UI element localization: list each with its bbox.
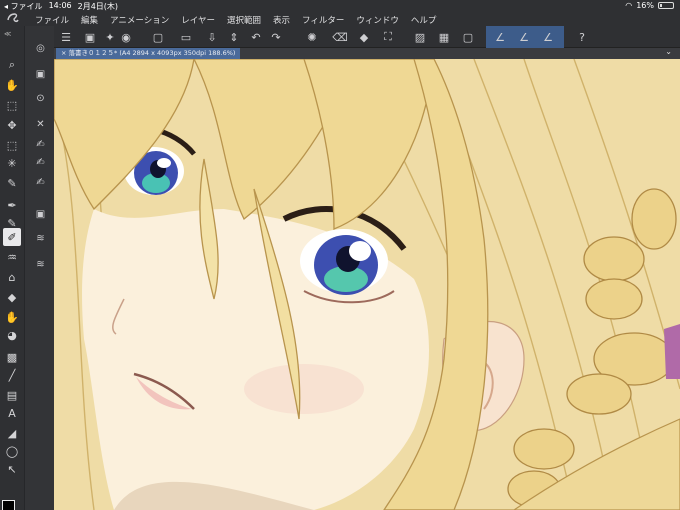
move-icon[interactable]: ✥ <box>3 116 21 134</box>
brush-size-icon[interactable]: ✍ <box>32 136 49 153</box>
decoration-icon[interactable]: ⌂ <box>3 268 21 286</box>
layers-icon[interactable]: ≋ <box>32 230 49 247</box>
document-tab[interactable]: × 落書き０１２５* (A4 2894 x 4093px 350dpi 188.… <box>56 48 241 59</box>
correct-line-icon[interactable]: ↖ <box>3 460 21 478</box>
menu-file[interactable]: ファイル <box>35 14 69 26</box>
back-to-files[interactable]: ◂ ファイル <box>4 1 43 12</box>
snap-grid-icon[interactable]: ∠ <box>540 29 556 45</box>
selection-icon[interactable]: ⬚ <box>3 136 21 154</box>
crop-icon[interactable]: ▦ <box>436 29 452 45</box>
invert-icon[interactable]: ▢ <box>460 29 476 45</box>
document-tab-bar: × 落書き０１２５* (A4 2894 x 4093px 350dpi 188.… <box>54 47 680 59</box>
snap-ruler-icon[interactable]: ∠ <box>492 29 508 45</box>
subtool-strip: ◎ ▣ ⊙ ✕ ✍ ✍ ✍ ▣ ≋ ≋ <box>24 26 54 510</box>
undo-icon[interactable]: ↶ <box>248 29 264 45</box>
transform-icon[interactable]: ⛶ <box>380 29 396 45</box>
menu-icon[interactable]: ☰ <box>58 29 74 45</box>
color-wheel-icon[interactable]: ✍ <box>32 154 49 171</box>
layer-panel-icon[interactable]: ◎ <box>32 40 49 57</box>
chevron-updown-icon[interactable]: ⇕ <box>226 29 242 45</box>
tool-settings-icon[interactable]: ✦ <box>102 29 118 45</box>
menu-animation[interactable]: アニメーション <box>110 14 169 26</box>
eraser-icon[interactable]: ◆ <box>3 288 21 306</box>
menu-selection[interactable]: 選択範囲 <box>227 14 261 26</box>
open-icon[interactable]: ▭ <box>178 29 194 45</box>
material-icon[interactable]: ✕ <box>32 116 49 133</box>
fill-icon[interactable]: ◕ <box>3 326 21 344</box>
deselect-icon[interactable]: ▨ <box>412 29 428 45</box>
gradient-icon[interactable]: ▩ <box>3 348 21 366</box>
brush-icon[interactable]: ✐ <box>3 228 21 246</box>
menu-bar: ◂ ファイル 14:06 2月4日(木) ファイル 編集 アニメーション レイヤ… <box>0 0 680 26</box>
record-icon[interactable]: ◉ <box>118 29 134 45</box>
select-layer-icon[interactable]: ⬚ <box>3 96 21 114</box>
layer-property-icon[interactable]: ≋ <box>32 256 49 273</box>
chevron-down-icon[interactable]: ⌄ <box>665 47 672 56</box>
wand-icon[interactable]: ✳ <box>3 154 21 172</box>
menu-window[interactable]: ウィンドウ <box>356 14 399 26</box>
eyedropper-icon[interactable]: ✎ <box>3 174 21 192</box>
document-tab-label: 落書き０１２５* (A4 2894 x 4093px 350dpi 188.6%… <box>68 49 236 57</box>
color-set-icon[interactable]: ✍ <box>32 174 49 191</box>
fill-layer-icon[interactable]: ◆ <box>356 29 372 45</box>
tool-palette: ≪ ⌕ ✋ ⬚ ✥ ⬚ ✳ ✎ ✒ ✎ ✐ ♒ ⌂ ◆ ✋ ◕ ▩ ╱ ▤ A … <box>0 26 24 510</box>
history-icon[interactable]: ▣ <box>32 206 49 223</box>
app-logo-icon[interactable] <box>6 12 20 24</box>
wifi-icon: ◠ <box>625 1 633 10</box>
menu-layer[interactable]: レイヤー <box>181 14 215 26</box>
clear-icon[interactable]: ⌫ <box>332 29 348 45</box>
help-icon[interactable]: ? <box>574 29 590 45</box>
close-icon[interactable]: × <box>61 49 69 57</box>
balloon-icon[interactable]: ◢ <box>3 424 21 442</box>
lasso-icon[interactable]: ◯ <box>3 442 21 460</box>
new-canvas-icon[interactable]: ▢ <box>150 29 166 45</box>
status-time: 14:06 <box>48 1 72 10</box>
files-link[interactable]: ファイル <box>11 2 43 11</box>
save-icon[interactable]: ⇩ <box>204 29 220 45</box>
drawing-canvas[interactable] <box>54 59 680 510</box>
subtool-panel-icon[interactable]: ▣ <box>32 66 49 83</box>
menu-items: ファイル 編集 アニメーション レイヤー 選択範囲 表示 フィルター ウィンドウ… <box>35 14 436 26</box>
pen-icon[interactable]: ✒ <box>3 196 21 214</box>
color-icons[interactable] <box>2 500 24 510</box>
redo-icon[interactable]: ↷ <box>268 29 284 45</box>
battery-percent: 16% <box>636 1 654 10</box>
status-left: ◂ ファイル 14:06 2月4日(木) <box>4 1 118 12</box>
frame-icon[interactable]: ▤ <box>3 386 21 404</box>
status-date: 2月4日(木) <box>77 2 119 11</box>
navigator-icon[interactable]: ⊙ <box>32 90 49 107</box>
snap-special-ruler-icon[interactable]: ∠ <box>516 29 532 45</box>
zoom-icon[interactable]: ⌕ <box>3 56 21 74</box>
loading-icon[interactable]: ✺ <box>304 29 320 45</box>
airbrush-icon[interactable]: ♒ <box>3 248 21 266</box>
hand-icon[interactable]: ✋ <box>3 76 21 94</box>
menu-help[interactable]: ヘルプ <box>411 14 437 26</box>
menu-filter[interactable]: フィルター <box>302 14 344 26</box>
figure-icon[interactable]: ╱ <box>3 366 21 384</box>
palette-grip-icon[interactable]: ≪ <box>4 30 12 38</box>
command-bar: ☰ ▣ ✦ ◉ ▢ ▭ ⇩ ⇕ ↶ ↷ ✺ ⌫ ◆ ⛶ ▨ ▦ ▢ ∠ ∠ ∠ … <box>54 26 680 48</box>
illustration <box>54 59 680 510</box>
text-icon[interactable]: A <box>3 404 21 422</box>
menu-view[interactable]: 表示 <box>273 14 290 26</box>
main-color-swatch[interactable] <box>2 500 15 510</box>
status-right: ◠ 16% <box>625 1 674 10</box>
blend-icon[interactable]: ✋ <box>3 308 21 326</box>
menu-edit[interactable]: 編集 <box>81 14 98 26</box>
new-icon[interactable]: ▣ <box>82 29 98 45</box>
battery-icon <box>658 2 674 9</box>
